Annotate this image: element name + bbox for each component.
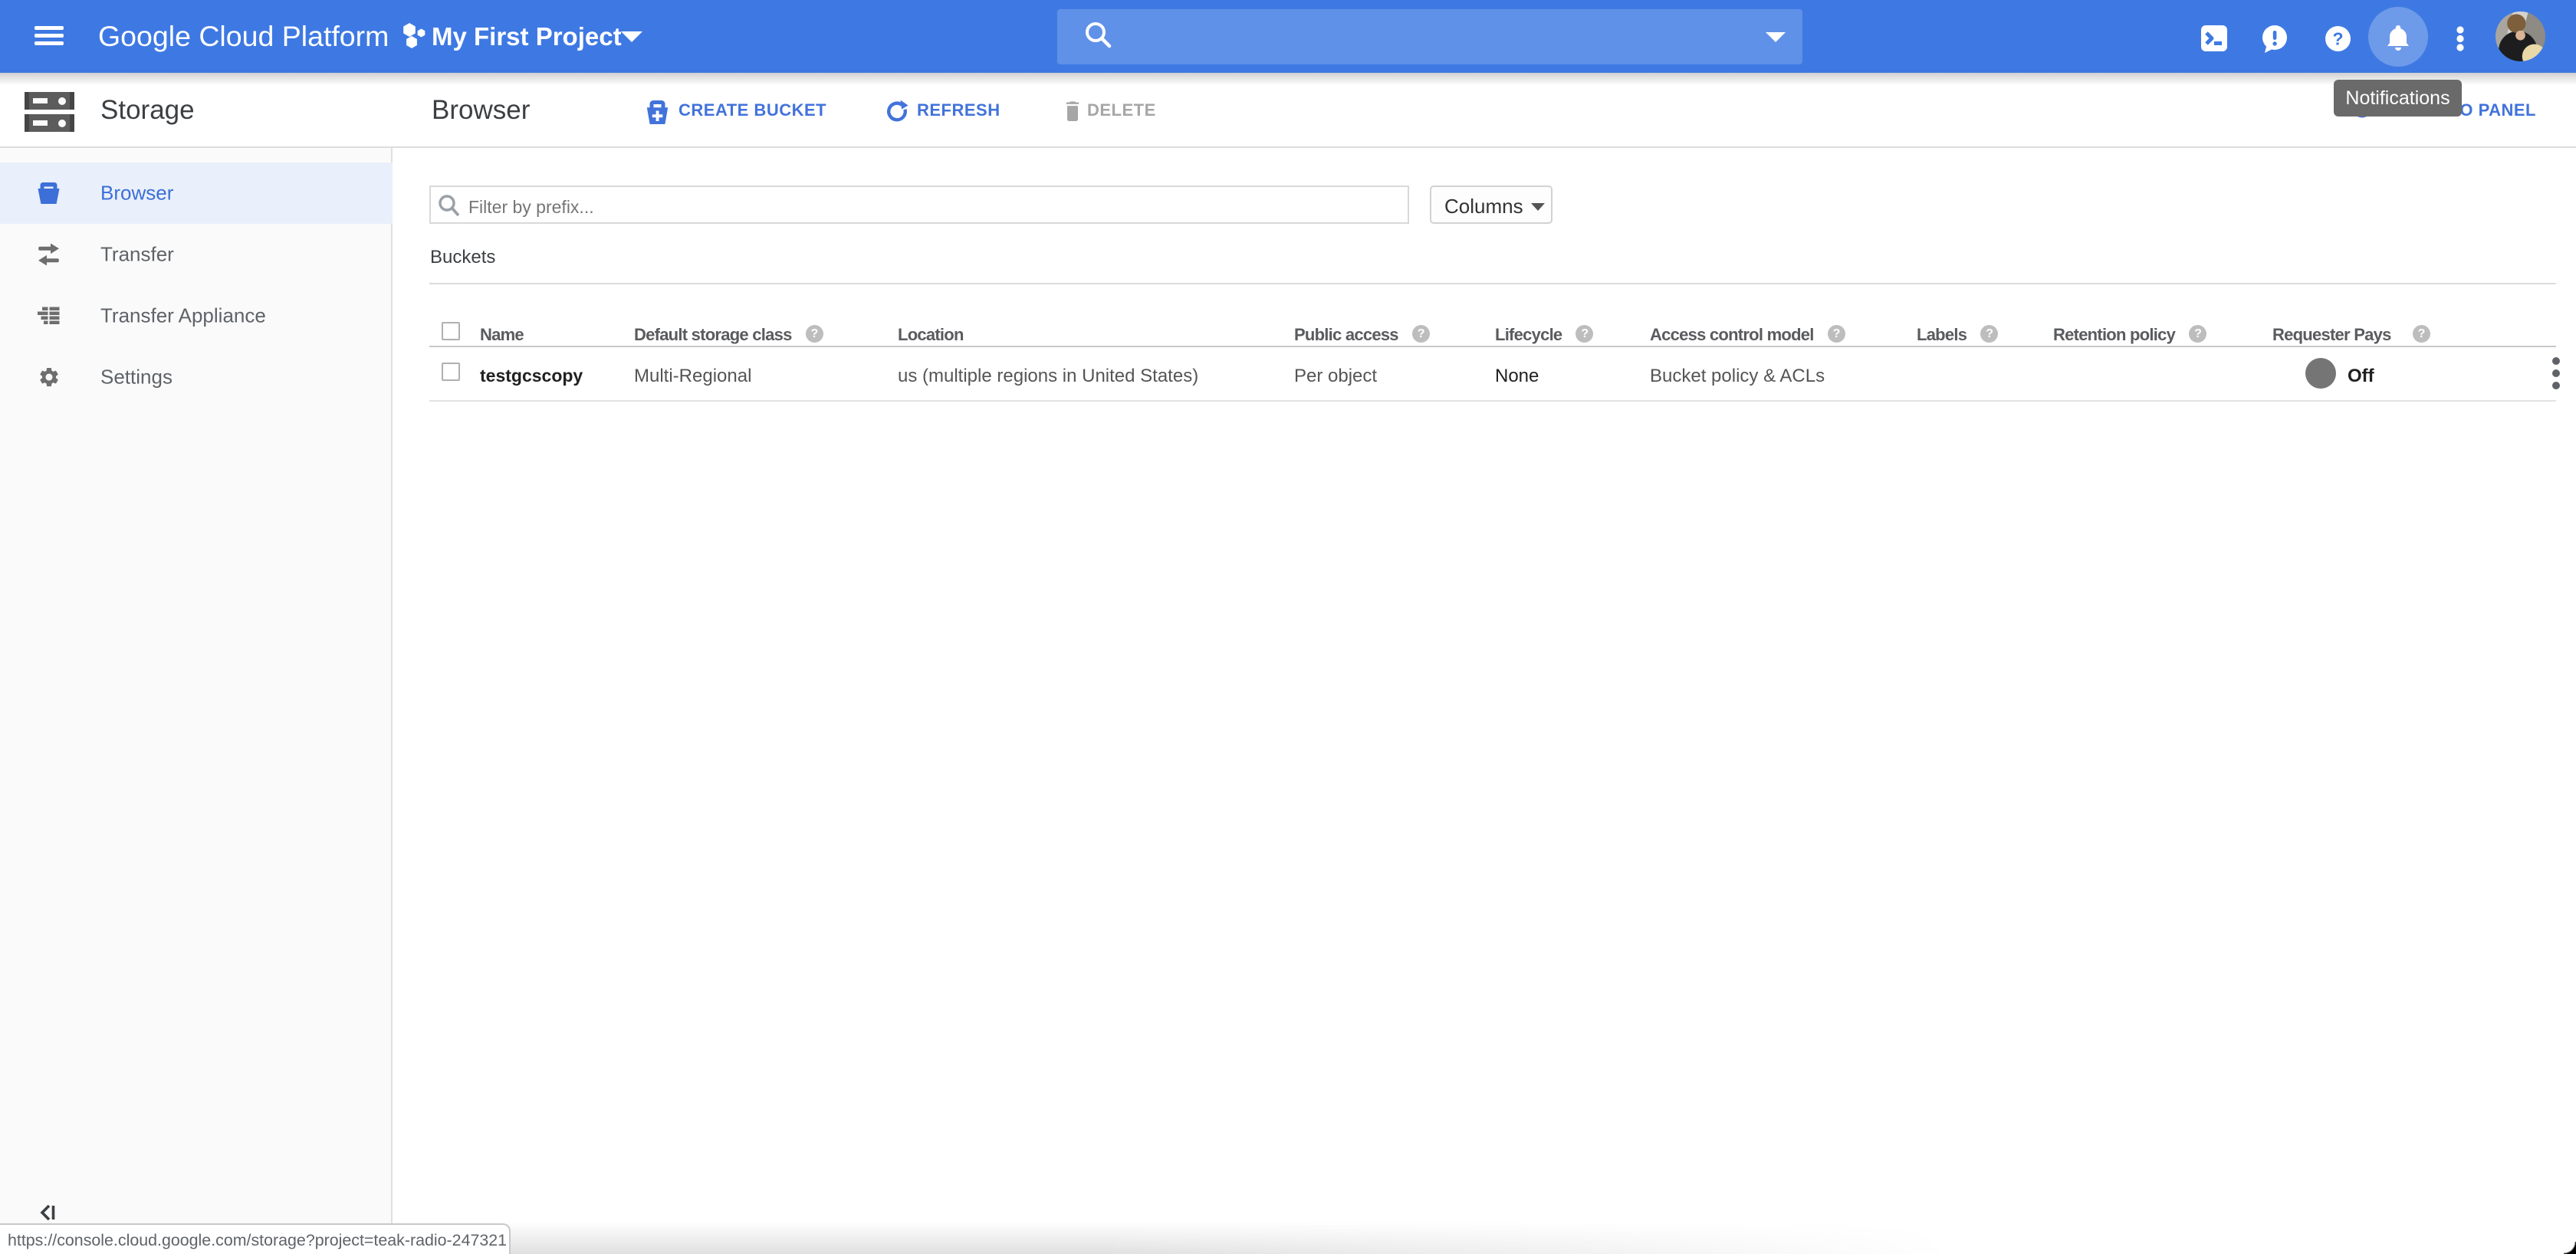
svg-text:?: ? — [2332, 29, 2343, 49]
